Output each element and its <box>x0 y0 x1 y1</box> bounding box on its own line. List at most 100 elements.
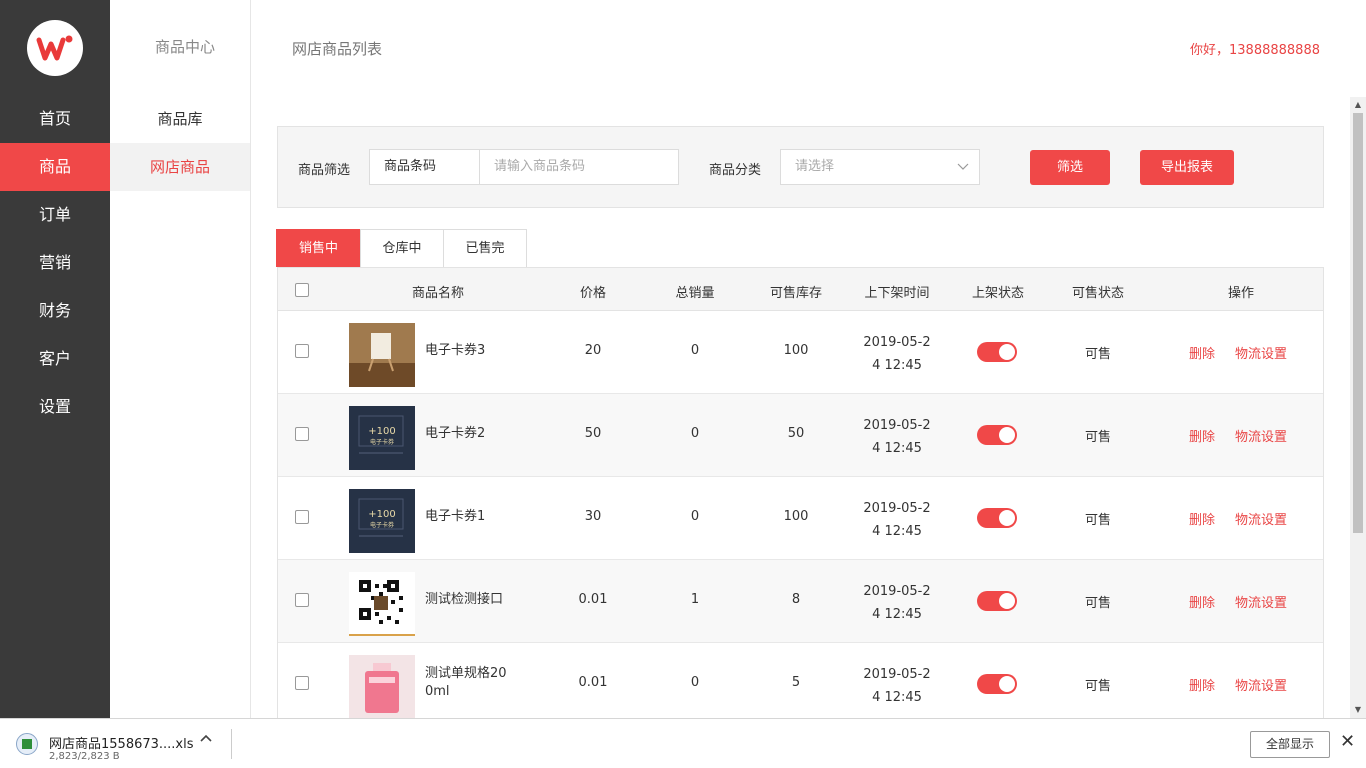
row-checkbox[interactable] <box>295 676 309 690</box>
logistics-settings-link[interactable]: 物流设置 <box>1235 592 1287 611</box>
table-row: +100 电子卡券 电子卡券1 30 0 100 2019-05-2 4 12:45 可售 删除物… <box>278 477 1323 560</box>
product-sales: 0 <box>690 675 700 690</box>
sub-nav-item-library[interactable]: 商品库 <box>110 95 250 143</box>
page-title: 网店商品列表 <box>292 40 383 58</box>
svg-text:电子卡券: 电子卡券 <box>370 521 394 529</box>
product-name[interactable]: 电子卡券2 <box>425 425 485 443</box>
logistics-settings-link[interactable]: 物流设置 <box>1235 675 1287 694</box>
product-stock: 100 <box>783 343 809 358</box>
tab-sold-out[interactable]: 已售完 <box>443 229 527 267</box>
product-price: 20 <box>584 343 602 358</box>
scroll-up-icon[interactable]: ▲ <box>1350 97 1366 113</box>
shelf-status-toggle[interactable] <box>977 674 1017 694</box>
product-thumbnail[interactable] <box>349 655 415 718</box>
col-time: 上下架时间 <box>864 286 930 301</box>
product-sales: 0 <box>690 343 700 358</box>
sale-status: 可售 <box>1084 513 1111 528</box>
table-row: 测试单规格20 0ml 0.01 0 5 2019-05-2 4 12:45 可售 删除 物流设置 <box>278 643 1323 718</box>
row-checkbox[interactable] <box>295 344 309 358</box>
row-checkbox[interactable] <box>295 593 309 607</box>
tab-in-warehouse[interactable]: 仓库中 <box>360 229 444 267</box>
chevron-up-icon[interactable] <box>200 733 212 749</box>
row-checkbox[interactable] <box>295 510 309 524</box>
nav-item-home[interactable]: 首页 <box>0 95 110 143</box>
sale-status: 可售 <box>1084 679 1111 694</box>
delete-link[interactable]: 删除 <box>1189 509 1215 528</box>
shelf-status-toggle[interactable] <box>977 591 1017 611</box>
scrollbar[interactable]: ▲ ▼ <box>1350 97 1366 718</box>
filter-type-select[interactable]: 商品条码 <box>369 149 480 185</box>
export-report-button[interactable]: 导出报表 <box>1140 150 1234 185</box>
tab-on-sale[interactable]: 销售中 <box>276 229 361 267</box>
user-greeting[interactable]: 你好，13888888888 <box>1190 39 1320 58</box>
col-price: 价格 <box>579 286 606 301</box>
main-nav: 首页 商品 订单 营销 财务 客户 设置 <box>0 0 110 718</box>
scroll-down-icon[interactable]: ▼ <box>1350 702 1366 718</box>
nav-item-orders[interactable]: 订单 <box>0 191 110 239</box>
show-all-button[interactable]: 全部显示 <box>1250 731 1330 758</box>
row-checkbox[interactable] <box>295 427 309 441</box>
shelf-status-toggle[interactable] <box>977 342 1017 362</box>
sub-nav: 商品中心 商品库 网店商品 <box>110 0 251 718</box>
select-all-checkbox[interactable] <box>295 283 309 297</box>
product-sales: 0 <box>690 509 700 524</box>
shelf-time: 2019-05-2 4 12:45 <box>863 418 931 456</box>
excel-file-icon <box>16 733 38 755</box>
nav-item-marketing[interactable]: 营销 <box>0 239 110 287</box>
product-sales: 0 <box>690 426 700 441</box>
svg-text:+100: +100 <box>368 426 395 437</box>
product-name[interactable]: 测试单规格20 0ml <box>425 665 507 701</box>
col-actions: 操作 <box>1227 286 1254 301</box>
product-name[interactable]: 电子卡券1 <box>425 508 485 526</box>
filter-button[interactable]: 筛选 <box>1030 150 1110 185</box>
product-stock: 8 <box>791 592 801 607</box>
product-thumbnail[interactable] <box>349 572 415 636</box>
sale-status: 可售 <box>1084 430 1111 445</box>
product-name[interactable]: 电子卡券3 <box>425 342 485 360</box>
col-shelf-status: 上架状态 <box>971 286 1024 301</box>
sub-nav-title: 商品中心 <box>154 38 215 56</box>
table-row: +100 电子卡券 电子卡券2 50 0 50 2019-05-2 4 12:45 可售 删除 物流… <box>278 394 1323 477</box>
shelf-status-toggle[interactable] <box>977 508 1017 528</box>
product-price: 0.01 <box>578 675 608 690</box>
close-icon[interactable]: ✕ <box>1340 731 1355 752</box>
barcode-input[interactable]: 请输入商品条码 <box>479 149 679 185</box>
product-thumbnail[interactable]: +100 电子卡券 <box>349 406 415 470</box>
shelf-time: 2019-05-2 4 12:45 <box>863 335 931 373</box>
category-select[interactable]: 请选择 <box>780 149 980 185</box>
filter-panel: 商品筛选 商品条码 请输入商品条码 商品分类 请选择 筛选 导出报表 <box>277 126 1324 208</box>
product-thumbnail[interactable] <box>349 323 415 387</box>
category-placeholder: 请选择 <box>795 159 835 174</box>
shelf-status-toggle[interactable] <box>977 425 1017 445</box>
download-bar: 网店商品1558673....xls 2,823/2,823 B 全部显示 ✕ <box>0 718 1366 768</box>
shelf-time: 2019-05-2 4 12:45 <box>863 667 931 705</box>
product-price: 0.01 <box>578 592 608 607</box>
sub-nav-item-shop-goods[interactable]: 网店商品 <box>110 143 250 191</box>
svg-text:电子卡券: 电子卡券 <box>370 438 394 446</box>
divider <box>231 729 232 759</box>
logistics-settings-link[interactable]: 物流设置 <box>1235 343 1287 362</box>
product-name[interactable]: 测试检测接口 <box>425 591 503 609</box>
logistics-settings-link[interactable]: 物流设置 <box>1235 509 1287 528</box>
nav-item-goods[interactable]: 商品 <box>0 143 110 191</box>
delete-link[interactable]: 删除 <box>1189 343 1215 362</box>
delete-link[interactable]: 删除 <box>1189 426 1215 445</box>
nav-item-customers[interactable]: 客户 <box>0 335 110 383</box>
brand-logo[interactable] <box>27 20 83 76</box>
download-file-name[interactable]: 网店商品1558673....xls <box>49 733 194 752</box>
col-sale-status: 可售状态 <box>1071 286 1124 301</box>
product-stock: 5 <box>791 675 801 690</box>
scrollbar-thumb[interactable] <box>1353 113 1363 533</box>
product-stock: 50 <box>787 426 805 441</box>
download-file-size: 2,823/2,823 B <box>49 751 120 762</box>
col-stock: 可售库存 <box>769 286 822 301</box>
nav-item-settings[interactable]: 设置 <box>0 383 110 431</box>
shelf-time: 2019-05-2 4 12:45 <box>863 584 931 622</box>
logistics-settings-link[interactable]: 物流设置 <box>1235 426 1287 445</box>
delete-link[interactable]: 删除 <box>1189 592 1215 611</box>
product-stock: 100 <box>783 509 809 524</box>
product-thumbnail[interactable]: +100 电子卡券 <box>349 489 415 553</box>
delete-link[interactable]: 删除 <box>1189 675 1215 694</box>
category-label: 商品分类 <box>709 163 762 178</box>
nav-item-finance[interactable]: 财务 <box>0 287 110 335</box>
